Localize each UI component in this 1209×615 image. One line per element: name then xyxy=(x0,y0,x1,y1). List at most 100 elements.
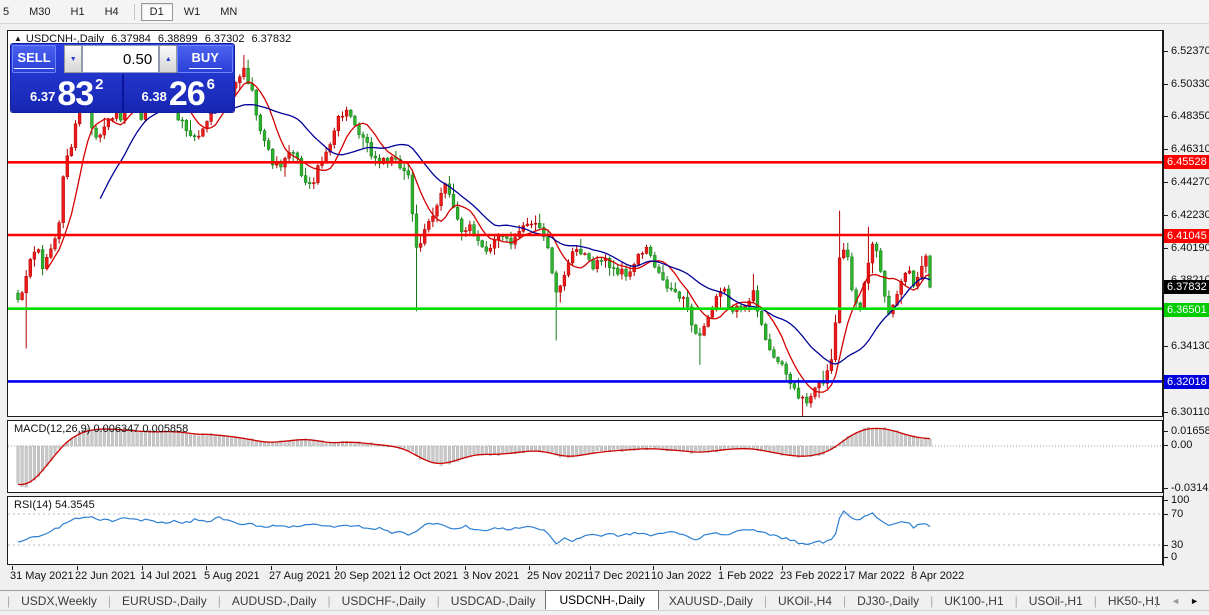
sell-button[interactable]: SELL xyxy=(12,45,56,73)
price-axis-tick-label: 6.46310 xyxy=(1171,143,1209,155)
price-axis-tick-label: 6.40190 xyxy=(1171,242,1209,254)
tab-separator: | xyxy=(7,594,10,608)
date-axis-label: 10 Jan 2022 xyxy=(651,570,712,582)
date-axis-label: 25 Nov 2021 xyxy=(527,570,589,582)
tab-separator: | xyxy=(108,594,111,608)
chart-tab-usdcnh-daily[interactable]: USDCNH-,Daily xyxy=(545,590,658,610)
rsi-chart xyxy=(8,497,1162,564)
axis-tick-mark xyxy=(1164,557,1168,558)
tab-scroll-left-icon[interactable]: ◄ xyxy=(1166,596,1185,606)
chart-tab-uk100-h1[interactable]: UK100-,H1 xyxy=(934,592,1013,610)
timeframe-button-W1[interactable]: W1 xyxy=(175,3,210,21)
macd-label: MACD(12,26,9) 0.006347 0.005858 xyxy=(14,423,188,435)
chart-tab-usdchf-daily[interactable]: USDCHF-,Daily xyxy=(332,592,436,610)
price-axis-tick-label: 6.48350 xyxy=(1171,110,1209,122)
price-axis-tick-label: 6.52370 xyxy=(1171,45,1209,57)
timeframe-button-H1[interactable]: H1 xyxy=(62,3,94,21)
buy-price-display[interactable]: 6.38 26 6 xyxy=(123,74,235,112)
rsi-axis-tick-label: 70 xyxy=(1171,508,1183,520)
buy-button[interactable]: BUY xyxy=(177,45,233,73)
tab-separator: | xyxy=(1015,594,1018,608)
ohlc-close: 6.37832 xyxy=(251,33,291,45)
price-chart-panel[interactable]: ▲USDCNH-,Daily6.379846.388996.373026.378… xyxy=(7,30,1163,417)
chart-tab-usdcad-daily[interactable]: USDCAD-,Daily xyxy=(441,592,546,610)
axis-tick-mark xyxy=(1164,51,1168,52)
timeframe-button-MN[interactable]: MN xyxy=(211,3,246,21)
axis-tick-mark xyxy=(1164,545,1168,546)
price-level-label: 6.41045 xyxy=(1164,229,1209,243)
axis-tick-mark xyxy=(1164,84,1168,85)
axis-tick-mark xyxy=(1164,431,1168,432)
chart-tab-list: |USDX,Weekly|EURUSD-,Daily|AUDUSD-,Daily… xyxy=(6,591,1171,611)
chart-tab-usoil-h1[interactable]: USOil-,H1 xyxy=(1019,592,1093,610)
price-axis-tick-label: 6.50330 xyxy=(1171,78,1209,90)
triangle-down-icon: ▼ xyxy=(70,56,77,63)
tab-scroll-controls: | ◄ ► xyxy=(1155,594,1204,608)
chart-tab-eurusd-daily[interactable]: EURUSD-,Daily xyxy=(112,592,217,610)
rsi-label: RSI(14) 54.3545 xyxy=(14,499,95,511)
date-axis-label: 31 May 2021 xyxy=(10,570,74,582)
tab-separator: | xyxy=(437,594,440,608)
triangle-up-icon: ▲ xyxy=(165,56,172,63)
date-axis-label: 27 Aug 2021 xyxy=(269,570,331,582)
volume-decrease-button[interactable]: ▼ xyxy=(64,45,82,73)
date-axis-label: 17 Dec 2021 xyxy=(588,570,650,582)
price-level-label: 6.37832 xyxy=(1164,280,1209,294)
toolbar-separator xyxy=(134,4,135,20)
chart-tab-dj30-daily[interactable]: DJ30-,Daily xyxy=(847,592,929,610)
axis-tick-mark xyxy=(1164,488,1168,489)
price-axis-tick-label: 6.34130 xyxy=(1171,340,1209,352)
date-axis-label: 17 Mar 2022 xyxy=(843,570,905,582)
tab-separator: | xyxy=(764,594,767,608)
date-axis-label: 3 Nov 2021 xyxy=(463,570,519,582)
axis-tick-mark xyxy=(1164,412,1168,413)
tab-scroll-right-icon[interactable]: ► xyxy=(1185,596,1204,606)
tab-separator: | xyxy=(328,594,331,608)
chart-tab-audusd-daily[interactable]: AUDUSD-,Daily xyxy=(222,592,327,610)
price-level-label: 6.32018 xyxy=(1164,375,1209,389)
date-axis-label: 22 Jun 2021 xyxy=(75,570,136,582)
volume-increase-button[interactable]: ▲ xyxy=(159,45,177,73)
axis-tick-mark xyxy=(1164,149,1168,150)
chart-tab-xauusd-daily[interactable]: XAUUSD-,Daily xyxy=(659,592,763,610)
rsi-axis-tick-label: 100 xyxy=(1171,494,1189,506)
axis-tick-mark xyxy=(1164,116,1168,117)
tab-separator: | xyxy=(930,594,933,608)
price-axis-tick-label: 6.42230 xyxy=(1171,209,1209,221)
axis-tick-mark xyxy=(1164,248,1168,249)
axis-tick-mark xyxy=(1164,445,1168,446)
date-axis: 31 May 202122 Jun 202114 Jul 20215 Aug 2… xyxy=(7,566,1163,586)
date-axis-label: 1 Feb 2022 xyxy=(718,570,774,582)
volume-input[interactable]: 0.50 xyxy=(82,45,159,73)
trade-panel-divider xyxy=(122,74,124,112)
price-level-label: 6.45528 xyxy=(1164,155,1209,169)
tab-separator: | xyxy=(843,594,846,608)
price-axis-tick-label: 6.44270 xyxy=(1171,176,1209,188)
tab-separator: | xyxy=(218,594,221,608)
timeframe-button-M30[interactable]: M30 xyxy=(20,3,59,21)
sell-price-display[interactable]: 6.37 83 2 xyxy=(11,74,123,112)
axis-tick-mark xyxy=(1164,346,1168,347)
timeframe-button-D1[interactable]: D1 xyxy=(141,3,173,21)
date-axis-label: 23 Feb 2022 xyxy=(780,570,842,582)
timeframe-button-H4[interactable]: H4 xyxy=(96,3,128,21)
date-axis-label: 8 Apr 2022 xyxy=(911,570,964,582)
chart-tab-ukoil-h4[interactable]: UKOil-,H4 xyxy=(768,592,842,610)
price-axis-tick-label: 6.30110 xyxy=(1171,406,1209,418)
date-axis-label: 12 Oct 2021 xyxy=(398,570,458,582)
rsi-axis-tick-label: 0 xyxy=(1171,551,1177,563)
collapse-arrow-icon[interactable]: ▲ xyxy=(14,34,22,43)
timeframe-button-5[interactable]: 5 xyxy=(0,3,18,21)
rsi-indicator-panel[interactable]: RSI(14) 54.3545 xyxy=(7,496,1163,565)
date-axis-label: 20 Sep 2021 xyxy=(334,570,396,582)
axis-tick-mark xyxy=(1164,215,1168,216)
one-click-trade-panel: SELL ▼ 0.50 ▲ BUY 6.37 83 2 6.38 26 6 xyxy=(11,44,234,112)
macd-indicator-panel[interactable]: MACD(12,26,9) 0.006347 0.005858 xyxy=(7,420,1163,493)
price-axis: 6.52370 6.50330 6.48350 6.46310 6.44270 6.422… xyxy=(1163,30,1209,566)
chart-tab-usdx-weekly[interactable]: USDX,Weekly xyxy=(11,592,107,610)
axis-tick-mark xyxy=(1164,182,1168,183)
macd-axis-tick-label: 0.00 xyxy=(1171,439,1192,451)
price-level-label: 6.36501 xyxy=(1164,303,1209,317)
date-axis-label: 14 Jul 2021 xyxy=(140,570,197,582)
tab-separator: | xyxy=(1155,594,1158,608)
